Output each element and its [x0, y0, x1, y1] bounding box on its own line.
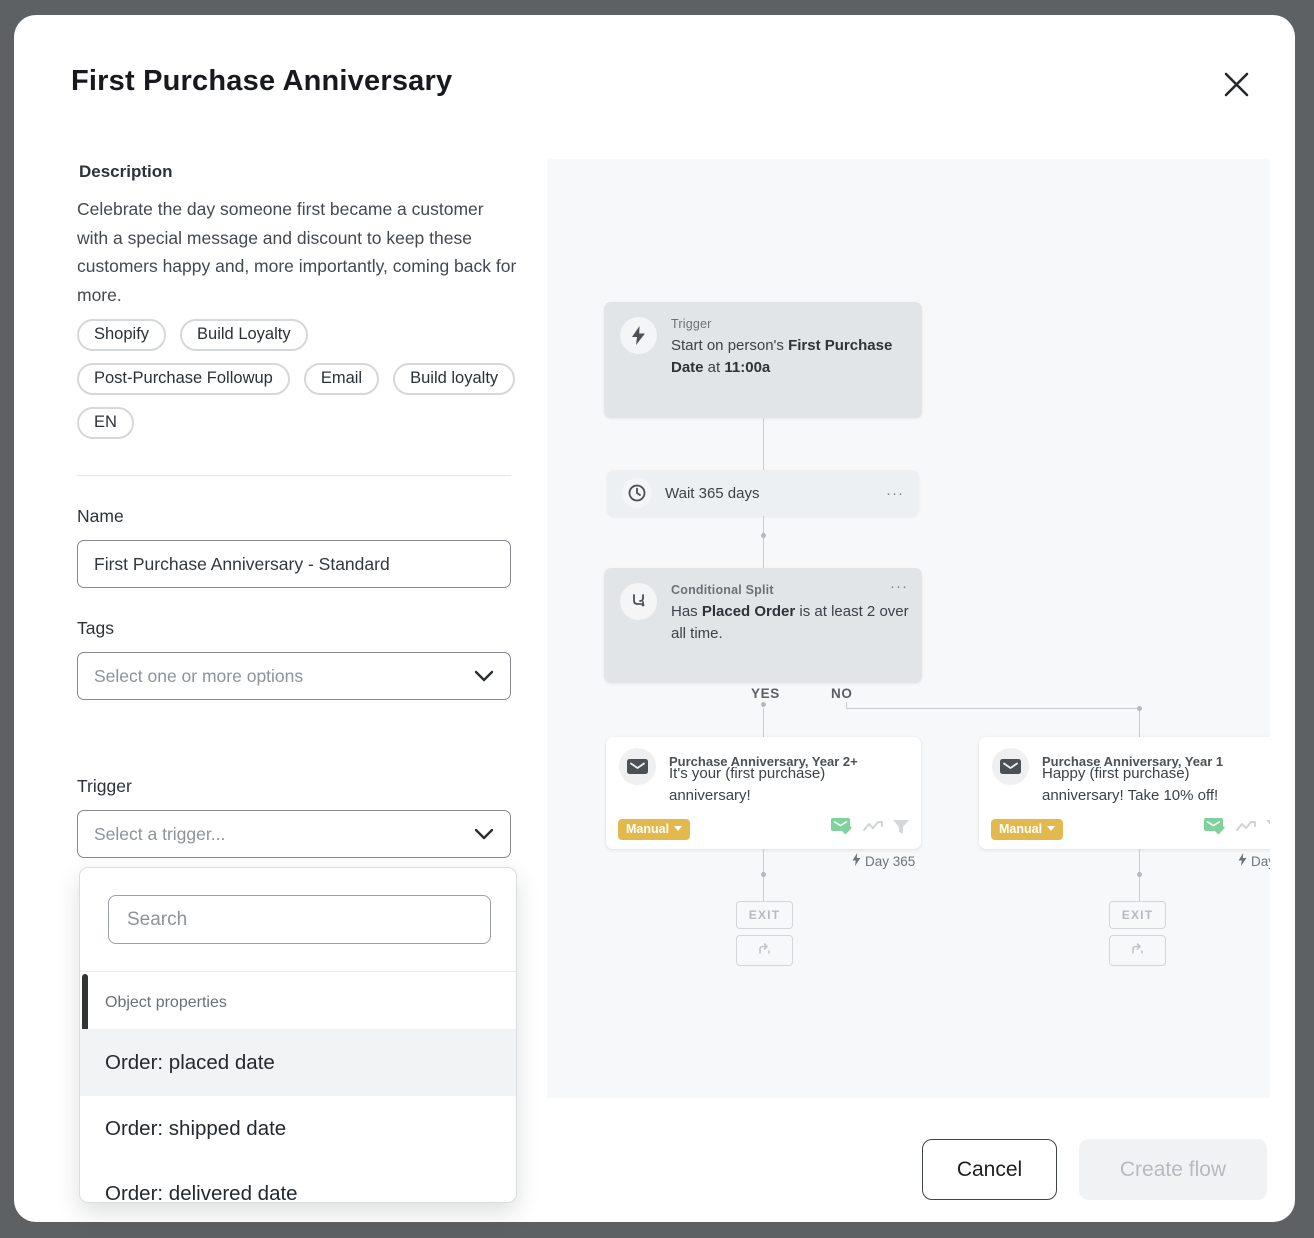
day-annotation: Day 365 — [852, 853, 915, 869]
flow-email-node-year1[interactable]: Purchase Anniversary, Year 1 Happy (firs… — [979, 737, 1270, 849]
tag-chip: Shopify — [77, 319, 166, 351]
caret-down-icon — [674, 826, 682, 831]
node-type-label: Trigger — [671, 317, 923, 331]
tag-chip-list: Shopify Build Loyalty Post-Purchase Foll… — [77, 319, 517, 439]
lightning-small-icon — [1238, 853, 1247, 869]
branch-action-button[interactable] — [1109, 935, 1166, 966]
dropdown-option-order-shipped-date[interactable]: Order: shipped date — [80, 1096, 517, 1162]
branch-icon — [1130, 941, 1145, 960]
manual-status-badge[interactable]: Manual — [618, 819, 690, 840]
tag-chip: Build loyalty — [393, 363, 515, 395]
text-segment-bold: 11:00a — [724, 359, 770, 376]
close-button[interactable] — [1214, 65, 1258, 109]
text-segment-bold: Placed Order — [702, 603, 795, 620]
trigger-select-placeholder: Select a trigger... — [94, 824, 225, 845]
branch-no-label: NO — [831, 686, 852, 701]
analytics-icon — [1236, 820, 1256, 838]
trigger-node-text: Start on person's First Purchase Date at… — [671, 335, 923, 378]
dropdown-option-order-delivered-date[interactable]: Order: delivered date — [80, 1162, 517, 1203]
section-divider — [77, 475, 511, 476]
connector-line — [763, 708, 764, 737]
create-flow-modal: First Purchase Anniversary Description C… — [14, 15, 1295, 1222]
badge-label: Manual — [626, 822, 669, 836]
tag-chip: Post-Purchase Followup — [77, 363, 290, 395]
email-icon — [992, 748, 1029, 785]
name-label: Name — [77, 506, 124, 527]
chevron-down-icon — [474, 666, 494, 687]
connector-dot — [761, 872, 766, 877]
text-segment: Has — [671, 603, 702, 620]
connector-dot — [1137, 872, 1142, 877]
connector-line — [846, 708, 1139, 709]
trigger-label: Trigger — [77, 776, 132, 797]
connector-dot — [761, 533, 766, 538]
email-node-subject: Happy (first purchase) anniversary! Take… — [1042, 763, 1270, 806]
manual-status-badge[interactable]: Manual — [991, 819, 1063, 840]
dropdown-divider — [80, 971, 517, 972]
cancel-button[interactable]: Cancel — [922, 1139, 1057, 1200]
split-node-text: Has Placed Order is at least 2 over all … — [671, 601, 923, 644]
connector-line — [1139, 711, 1140, 737]
exit-node: EXIT — [1109, 901, 1166, 929]
node-type-label: Conditional Split — [671, 583, 923, 597]
connector-line — [763, 418, 764, 470]
name-field[interactable] — [77, 540, 511, 588]
clock-icon — [622, 478, 652, 508]
close-icon — [1223, 71, 1250, 103]
create-flow-button[interactable]: Create flow — [1079, 1139, 1267, 1200]
tags-label: Tags — [77, 618, 114, 639]
email-icon — [619, 748, 656, 785]
flow-trigger-node[interactable]: Trigger Start on person's First Purchase… — [604, 302, 922, 418]
filter-icon — [1266, 820, 1270, 839]
branch-yes-label: YES — [751, 686, 780, 701]
caret-down-icon — [1047, 826, 1055, 831]
connector-line — [763, 516, 764, 568]
search-input[interactable] — [108, 895, 491, 944]
email-node-subject: It's your (first purchase) anniversary! — [669, 763, 899, 806]
description-text: Celebrate the day someone first became a… — [77, 195, 517, 309]
screen: First Purchase Anniversary Description C… — [0, 0, 1314, 1238]
filter-icon — [893, 820, 909, 839]
lightning-small-icon — [852, 853, 861, 869]
exit-node: EXIT — [736, 901, 793, 929]
analytics-icon — [863, 820, 883, 838]
lightning-icon — [620, 317, 657, 354]
branch-icon — [757, 941, 772, 960]
flow-email-node-year2[interactable]: Purchase Anniversary, Year 2+ It's your … — [606, 737, 921, 849]
description-label: Description — [79, 162, 173, 182]
email-sent-icon — [1204, 818, 1226, 840]
dropdown-group-label: Object properties — [105, 994, 227, 1012]
node-menu-button[interactable]: ··· — [886, 485, 904, 502]
text-segment: Start on person's — [671, 337, 788, 354]
dropdown-option-order-placed-date[interactable]: Order: placed date — [80, 1029, 517, 1096]
tags-select-placeholder: Select one or more options — [94, 666, 303, 687]
tag-chip: Email — [304, 363, 379, 395]
trigger-select[interactable]: Select a trigger... — [77, 810, 511, 858]
flow-wait-node[interactable]: Wait 365 days ··· — [607, 470, 919, 516]
branch-action-button[interactable] — [736, 935, 793, 966]
email-sent-icon — [831, 818, 853, 840]
split-icon — [620, 583, 657, 620]
tag-chip: Build Loyalty — [180, 319, 308, 351]
page-title: First Purchase Anniversary — [71, 65, 452, 98]
trigger-dropdown: Object properties Order: placed date Ord… — [79, 867, 517, 1203]
day-annotation-text: Day 365 — [865, 854, 915, 869]
day-annotation: Day — [1238, 853, 1270, 869]
flow-preview-canvas: Trigger Start on person's First Purchase… — [547, 159, 1270, 1098]
day-annotation-text: Day — [1251, 854, 1270, 869]
badge-label: Manual — [999, 822, 1042, 836]
flow-conditional-split-node[interactable]: Conditional Split Has Placed Order is at… — [604, 568, 922, 683]
tags-select[interactable]: Select one or more options — [77, 652, 511, 700]
wait-node-label: Wait 365 days — [665, 485, 760, 502]
tag-chip: EN — [77, 407, 134, 439]
node-menu-button[interactable]: ··· — [890, 578, 908, 595]
chevron-down-icon — [474, 824, 494, 845]
text-segment: at — [704, 359, 725, 376]
connector-dot — [761, 702, 766, 707]
